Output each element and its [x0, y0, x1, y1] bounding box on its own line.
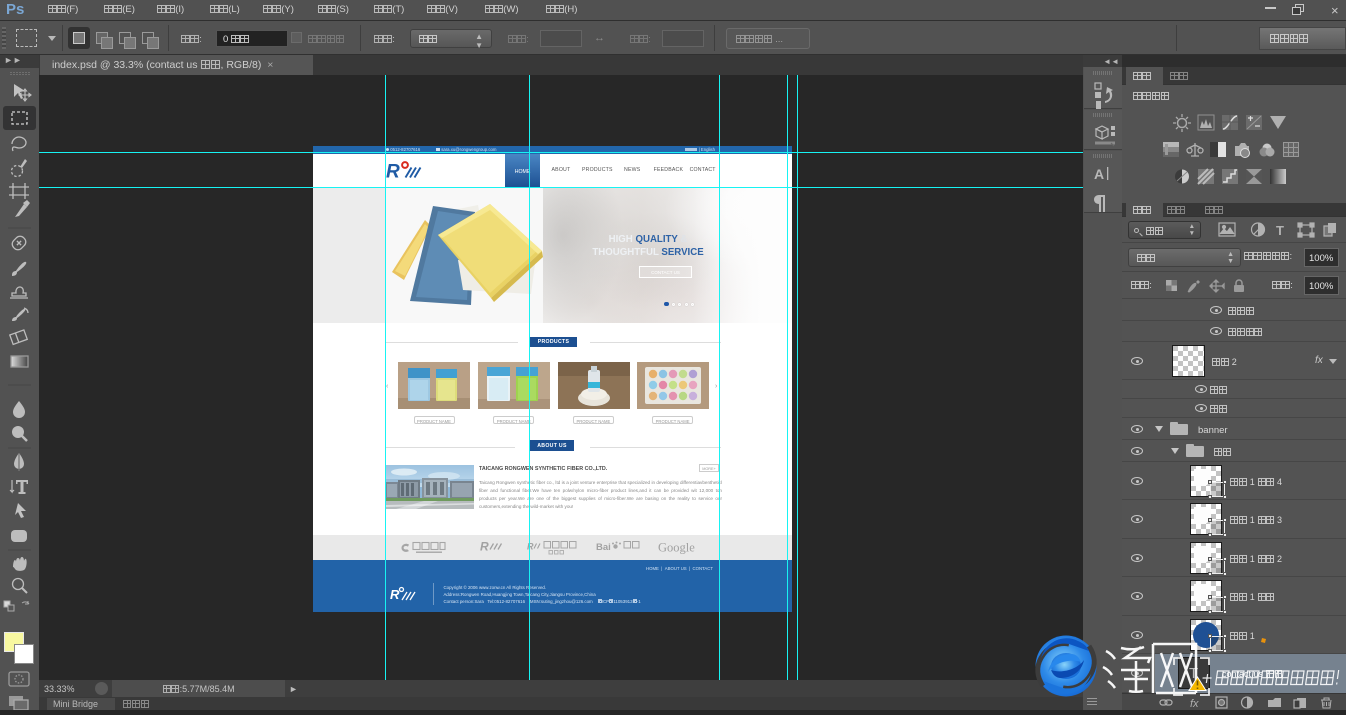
svg-text:Bai: Bai — [596, 542, 611, 553]
svg-text:Google: Google — [658, 540, 695, 554]
svg-text:fx: fx — [1190, 698, 1199, 709]
svg-text:R: R — [480, 539, 489, 553]
svg-text:R: R — [390, 587, 400, 602]
svg-text:T: T — [1276, 223, 1284, 238]
svg-text:R: R — [386, 161, 400, 182]
svg-text:A: A — [1094, 166, 1104, 182]
